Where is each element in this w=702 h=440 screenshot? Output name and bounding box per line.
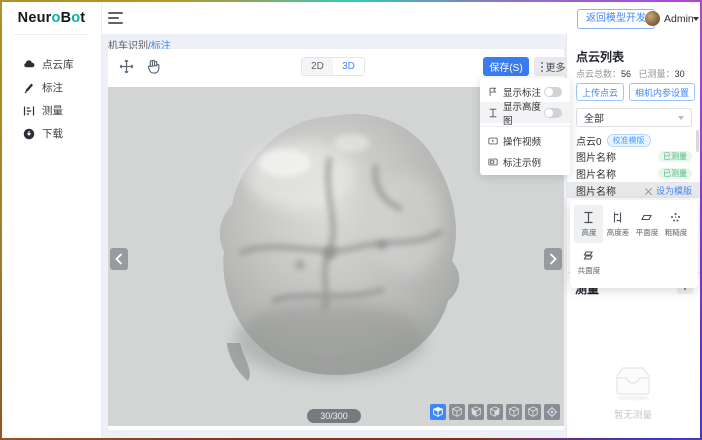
download-icon <box>23 128 35 140</box>
view-right-button[interactable] <box>506 404 522 420</box>
filter-select[interactable]: 全部 <box>576 108 692 127</box>
measured-count: 30 <box>675 69 685 79</box>
panel-title: 点云列表 <box>576 48 624 65</box>
cloud-icon <box>23 59 35 71</box>
pen-icon <box>23 82 35 94</box>
set-as-template-link[interactable]: 设为模版 <box>656 184 692 197</box>
total-count: 56 <box>621 69 631 79</box>
sidebar-item-label: 测量 <box>42 103 63 118</box>
measure-empty-state: 暂无测量 <box>566 362 700 421</box>
menu-item-annotation-example[interactable]: 标注示例 <box>480 151 570 172</box>
tool-coplanarity[interactable]: 共面度 <box>574 243 603 281</box>
cube-icon <box>489 406 501 418</box>
show-annotation-toggle[interactable] <box>544 87 562 97</box>
view-top-button[interactable] <box>468 404 484 420</box>
tool-height-diff[interactable]: 高度差 <box>603 205 632 243</box>
height-icon <box>488 108 498 118</box>
menu-collapse-icon[interactable] <box>108 12 123 24</box>
cube-icon <box>451 406 463 418</box>
coplanarity-icon <box>582 249 595 262</box>
example-icon <box>488 157 498 167</box>
app-window: 返回模型开发 Admin NeuroBot 点云库 标注 测量 下载 <box>2 2 700 438</box>
sidebar: NeuroBot 点云库 标注 测量 下载 <box>2 2 102 438</box>
measured-badge: 已测量 <box>658 151 692 162</box>
view-left-button[interactable] <box>487 404 503 420</box>
measured-badge: 已测量 <box>658 168 692 179</box>
username[interactable]: Admin <box>664 13 694 25</box>
menu-item-show-heightmap[interactable]: 显示高度图 <box>480 102 570 123</box>
view-front-button[interactable] <box>449 404 465 420</box>
tooth-3d-model <box>180 105 492 389</box>
empty-text: 暂无测量 <box>566 407 700 421</box>
video-icon <box>488 136 498 146</box>
cube-icon <box>508 406 520 418</box>
view-reset-button[interactable] <box>544 404 560 420</box>
image-list-item[interactable]: 图片名称 已测量 <box>567 165 700 181</box>
sidebar-item-pointcloud-library[interactable]: 点云库 <box>2 53 101 76</box>
upload-pointcloud-button[interactable]: 上传点云 <box>576 83 624 101</box>
height-diff-icon <box>611 211 624 224</box>
pan-tool-button[interactable] <box>118 58 135 75</box>
hand-icon <box>145 58 162 75</box>
tool-height[interactable]: 高度 <box>574 205 603 243</box>
height-icon <box>582 211 595 224</box>
pointcloud-group[interactable]: 点云0 校准模版 <box>576 133 651 148</box>
show-heightmap-toggle[interactable] <box>544 108 562 118</box>
crosshair-icon <box>546 406 558 418</box>
roughness-icon <box>669 211 682 224</box>
save-button[interactable]: 保存(S) <box>483 57 529 76</box>
next-image-button[interactable] <box>544 248 562 270</box>
empty-inbox-icon <box>607 362 659 402</box>
more-dropdown-menu: 显示标注 显示高度图 操作视频 标注示例 <box>480 78 570 175</box>
prev-image-button[interactable] <box>110 248 128 270</box>
view-iso-button[interactable] <box>430 404 446 420</box>
panel-stats: 点云总数：56 已测量：30 <box>576 67 685 80</box>
avatar[interactable] <box>645 11 660 26</box>
chevron-down-icon <box>678 116 684 120</box>
app-logo: NeuroBot <box>2 2 101 34</box>
sidebar-item-label: 下载 <box>42 126 63 141</box>
sidebar-item-annotate[interactable]: 标注 <box>2 76 101 99</box>
cube-icon <box>527 406 539 418</box>
sidebar-item-measure[interactable]: 测量 <box>2 99 101 122</box>
view-back-button[interactable] <box>525 404 541 420</box>
view-toolbar <box>430 404 560 420</box>
mode-3d-button[interactable]: 3D <box>333 58 364 75</box>
pagination-indicator: 30/300 <box>307 409 361 423</box>
template-badge: 校准模版 <box>607 134 651 147</box>
cube-icon <box>432 406 444 418</box>
flatness-icon <box>640 211 653 224</box>
dots-vertical-icon <box>541 62 543 72</box>
mode-2d-button[interactable]: 2D <box>302 58 333 75</box>
remove-icon[interactable] <box>645 187 652 194</box>
sidebar-item-download[interactable]: 下载 <box>2 122 101 145</box>
image-list-item-selected[interactable]: 图片名称 设为模版 <box>567 182 700 198</box>
measure-tools-popup: 高度 高度差 平面度 粗糙度 共面度 <box>570 200 698 288</box>
ruler-icon <box>23 105 35 117</box>
caret-down-icon <box>693 17 699 21</box>
menu-item-operation-video[interactable]: 操作视频 <box>480 130 570 151</box>
chevron-left-icon <box>115 253 123 265</box>
sidebar-item-label: 点云库 <box>42 57 74 72</box>
camera-intrinsics-button[interactable]: 相机内参设置 <box>629 83 695 101</box>
gradient-frame: 返回模型开发 Admin NeuroBot 点云库 标注 测量 下载 <box>0 0 702 440</box>
cube-icon <box>470 406 482 418</box>
flag-icon <box>488 87 498 97</box>
divider <box>14 34 89 35</box>
list-scrollbar[interactable] <box>696 130 699 152</box>
tool-roughness[interactable]: 粗糙度 <box>661 205 690 243</box>
dimension-toggle: 2D 3D <box>301 57 365 76</box>
hand-tool-button[interactable] <box>145 58 162 75</box>
image-list-item[interactable]: 图片名称 已测量 <box>567 148 700 164</box>
chevron-right-icon <box>549 253 557 265</box>
tool-flatness[interactable]: 平面度 <box>632 205 661 243</box>
header-bar: 返回模型开发 Admin <box>2 2 700 34</box>
sidebar-item-label: 标注 <box>42 80 63 95</box>
back-to-model-dev-button[interactable]: 返回模型开发 <box>577 9 655 29</box>
move-icon <box>118 58 135 75</box>
